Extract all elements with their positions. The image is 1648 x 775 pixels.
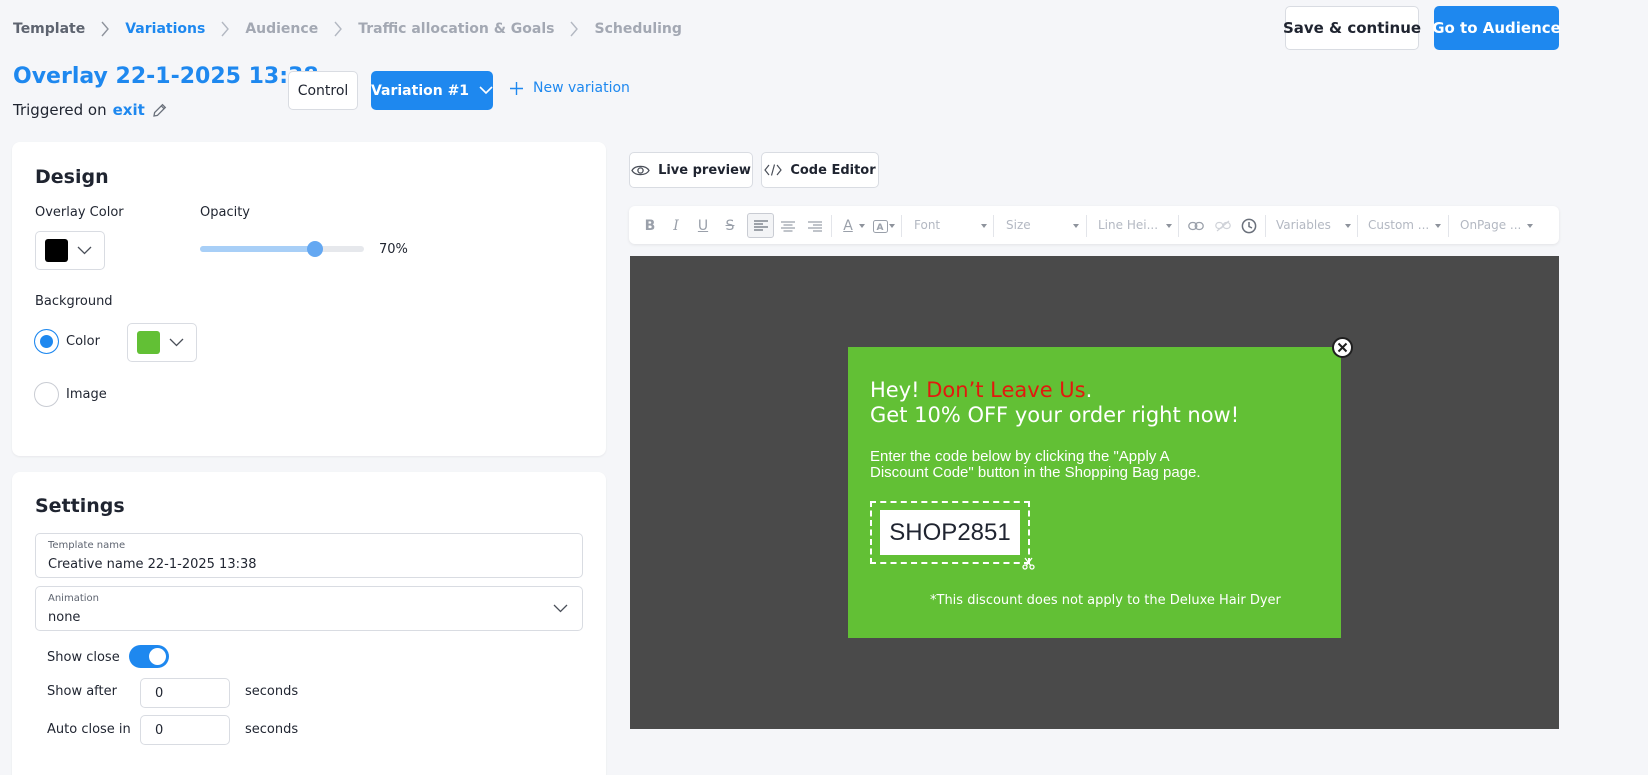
chevron-down-icon [479, 86, 493, 95]
opacity-slider-handle[interactable] [306, 241, 323, 257]
settings-heading: Settings [35, 495, 125, 517]
auto-close-input[interactable]: 0 [140, 715, 230, 745]
breadcrumb-traffic[interactable]: Traffic allocation & Goals [358, 21, 554, 37]
popup-body-text: Enter the code below by clicking the "Ap… [870, 448, 1201, 481]
opacity-slider-track[interactable] [200, 241, 364, 257]
align-left-icon[interactable] [747, 213, 774, 238]
variation-label: Variation #1 [370, 82, 470, 99]
popup-headline-line2: Get 10% OFF your order right now! [870, 403, 1240, 427]
rich-text-toolbar: B I U S A A Font Size Line Hei... Variab… [629, 206, 1559, 244]
new-variation-label: New variation [533, 80, 630, 96]
discount-code[interactable]: SHOP2851 [880, 510, 1020, 555]
unlink-icon[interactable] [1212, 217, 1234, 235]
preview-canvas: Hey! Don’t Leave Us. Get 10% OFF your or… [630, 256, 1559, 729]
auto-close-unit: seconds [245, 722, 299, 737]
show-after-label: Show after [47, 684, 117, 699]
pencil-icon[interactable] [151, 102, 168, 119]
design-panel: Design Overlay Color Opacity 70% Backgro… [12, 142, 606, 456]
popup-headline-highlight: Don’t Leave Us [926, 378, 1086, 402]
bold-icon[interactable]: B [639, 217, 661, 235]
code-icon [764, 164, 783, 176]
code-editor-label: Code Editor [790, 162, 876, 178]
show-close-toggle[interactable] [129, 645, 169, 668]
trigger-link[interactable]: exit [113, 101, 145, 119]
overlay-color-picker[interactable] [35, 231, 105, 270]
template-name-label: Template name [48, 540, 126, 551]
control-button[interactable]: Control [288, 71, 358, 110]
animation-value: none [48, 610, 81, 625]
align-right-icon[interactable] [804, 217, 826, 235]
opacity-slider-fill [200, 246, 315, 252]
highlight-color-icon[interactable]: A [869, 217, 891, 235]
show-close-label: Show close [47, 650, 120, 665]
eye-icon [631, 164, 650, 177]
live-preview-button[interactable]: Live preview [629, 152, 753, 188]
go-to-audience-button[interactable]: Go to Audience [1432, 6, 1561, 50]
save-continue-button[interactable]: Save & continue [1283, 6, 1421, 50]
code-editor-button[interactable]: Code Editor [761, 152, 879, 188]
bg-image-option-label: Image [66, 387, 107, 402]
plus-icon [509, 81, 524, 96]
chevron-right-icon [554, 21, 594, 37]
chevron-right-icon [205, 21, 245, 37]
breadcrumb-variations[interactable]: Variations [125, 21, 205, 37]
chevron-down-icon [169, 338, 184, 347]
variation-dropdown[interactable]: Variation #1 [371, 71, 493, 110]
font-dropdown[interactable]: Font [914, 218, 940, 232]
bg-color-swatch [137, 331, 160, 354]
strikethrough-icon[interactable]: S [719, 217, 741, 235]
overlay-color-swatch [45, 239, 68, 262]
onpage-dropdown[interactable]: OnPage ... [1460, 218, 1521, 232]
opacity-value: 70% [379, 242, 408, 257]
show-after-unit: seconds [245, 684, 299, 699]
bg-color-radio[interactable] [34, 329, 59, 354]
new-variation-button[interactable]: New variation [509, 80, 630, 96]
size-dropdown[interactable]: Size [1006, 218, 1031, 232]
underline-icon[interactable]: U [692, 217, 714, 235]
background-label: Background [35, 294, 113, 309]
breadcrumb-template[interactable]: Template [13, 21, 85, 37]
bg-color-picker[interactable] [127, 323, 197, 362]
overlay-color-label: Overlay Color [35, 205, 124, 220]
show-after-input[interactable]: 0 [140, 678, 230, 708]
auto-close-label: Auto close in [47, 722, 131, 737]
clock-icon[interactable] [1238, 217, 1260, 235]
bg-image-radio[interactable] [34, 382, 59, 407]
live-preview-label: Live preview [658, 162, 751, 178]
trigger-prefix: Triggered on [13, 101, 107, 119]
bg-color-option-label: Color [66, 334, 100, 349]
breadcrumb-scheduling[interactable]: Scheduling [594, 21, 681, 37]
trigger-info: Triggered on exit [13, 101, 168, 119]
overlay-popup[interactable]: Hey! Don’t Leave Us. Get 10% OFF your or… [848, 347, 1341, 638]
line-height-dropdown[interactable]: Line Hei... [1098, 218, 1158, 232]
page-title: Overlay 22-1-2025 13:38 [13, 64, 319, 89]
scissors-icon [1022, 557, 1035, 570]
custom-dropdown[interactable]: Custom ... [1368, 218, 1429, 232]
chevron-down-icon [77, 246, 92, 255]
variables-dropdown[interactable]: Variables [1276, 218, 1331, 232]
popup-headline: Hey! Don’t Leave Us. Get 10% OFF your or… [870, 378, 1240, 427]
breadcrumb: Template Variations Audience Traffic all… [13, 18, 682, 40]
breadcrumb-audience[interactable]: Audience [245, 21, 318, 37]
text-color-icon[interactable]: A [837, 217, 859, 235]
animation-label: Animation [48, 593, 99, 604]
close-icon[interactable] [1332, 337, 1353, 358]
settings-panel: Settings Template name Creative name 22-… [12, 472, 606, 775]
chevron-right-icon [85, 21, 125, 37]
template-name-field[interactable]: Template name Creative name 22-1-2025 13… [35, 533, 583, 578]
chevron-right-icon [318, 21, 358, 37]
discount-code-frame: SHOP2851 [870, 501, 1030, 564]
italic-icon[interactable]: I [665, 217, 687, 235]
popup-disclaimer: *This discount does not apply to the Del… [930, 593, 1281, 608]
chevron-down-icon [553, 604, 568, 613]
link-icon[interactable] [1185, 217, 1207, 235]
design-heading: Design [35, 166, 109, 188]
align-center-icon[interactable] [777, 217, 799, 235]
template-name-input[interactable]: Creative name 22-1-2025 13:38 [48, 557, 257, 572]
animation-select[interactable]: Animation none [35, 586, 583, 631]
svg-text:A: A [876, 223, 883, 233]
opacity-label: Opacity [200, 205, 251, 220]
